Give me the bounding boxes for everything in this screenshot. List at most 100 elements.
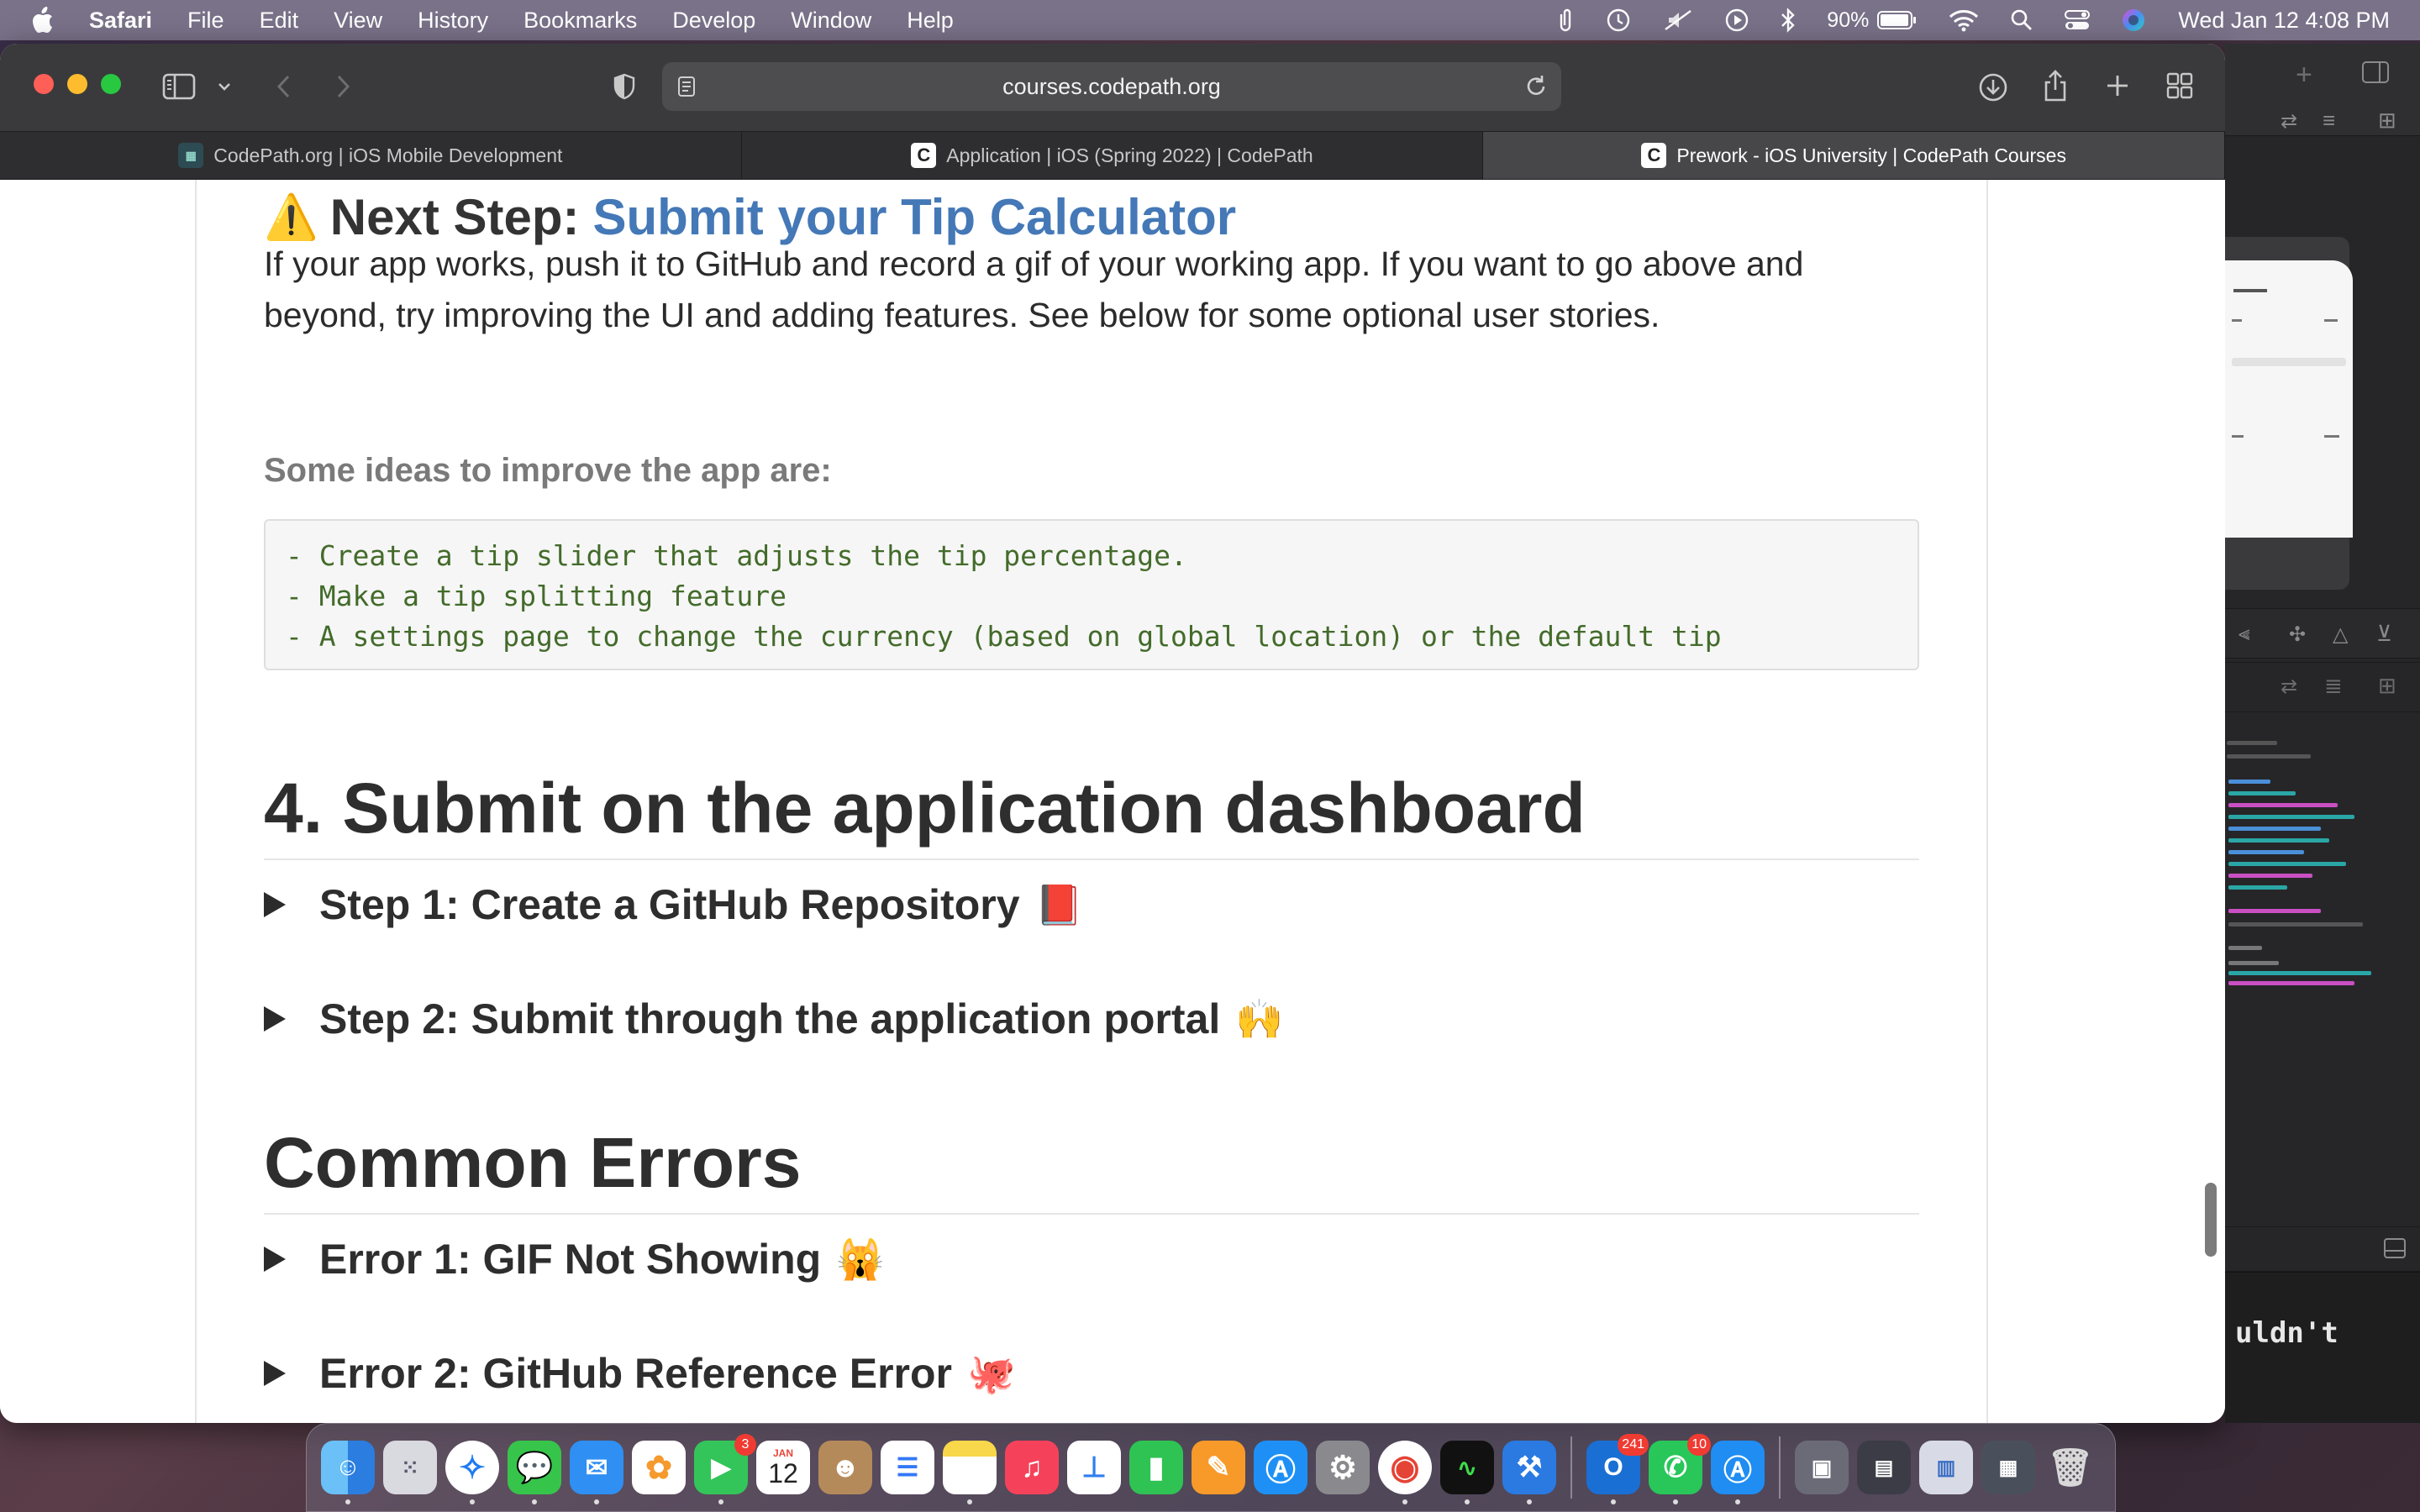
launchpad-icon[interactable]: ⁙	[383, 1441, 437, 1494]
align-lines-icon[interactable]: ≡	[2323, 108, 2335, 134]
menu-edit[interactable]: Edit	[260, 8, 299, 34]
step1-label[interactable]: Step 1: Create a GitHub Repository	[319, 880, 1020, 929]
numbers-icon[interactable]: ▮	[1129, 1441, 1183, 1494]
disclosure-triangle-icon[interactable]	[264, 892, 286, 917]
menu-develop[interactable]: Develop	[672, 8, 755, 34]
disclosure-triangle-icon[interactable]	[264, 1361, 286, 1386]
chrome-icon[interactable]: ◉	[1378, 1441, 1432, 1504]
section-submit-heading: 4. Submit on the application dashboard	[264, 769, 1586, 848]
menu-bookmarks[interactable]: Bookmarks	[523, 8, 637, 34]
photos-icon[interactable]: ✿	[632, 1441, 686, 1494]
privacy-shield-icon[interactable]	[610, 71, 639, 102]
swap-icon[interactable]: ⇄	[2281, 675, 2297, 699]
menu-help[interactable]: Help	[907, 8, 954, 34]
tab-overview-icon[interactable]	[2165, 71, 2195, 101]
address-bar[interactable]: courses.codepath.org	[662, 62, 1561, 111]
keynote-icon[interactable]: ⊥	[1067, 1441, 1121, 1494]
bluetooth-icon[interactable]	[1780, 7, 1797, 34]
step2-disclosure[interactable]: Step 2: Submit through the application p…	[264, 990, 1284, 1048]
resolve-icon[interactable]: △	[2333, 622, 2348, 647]
close-window-button[interactable]	[34, 74, 54, 94]
apple-menu-icon[interactable]	[30, 5, 60, 35]
minimize-window-button[interactable]	[67, 74, 87, 94]
messages-icon[interactable]: 💬	[508, 1441, 561, 1504]
section-errors-heading: Common Errors	[264, 1123, 802, 1202]
menu-history[interactable]: History	[418, 8, 488, 34]
phone-preview[interactable]	[2225, 260, 2353, 538]
error2-label[interactable]: Error 2: GitHub Reference Error	[319, 1349, 952, 1398]
play-icon[interactable]	[1724, 8, 1749, 33]
finder-icon[interactable]: ☺	[321, 1441, 375, 1504]
step2-label[interactable]: Step 2: Submit through the application p…	[319, 995, 1220, 1043]
battery-icon[interactable]	[1877, 10, 1918, 30]
error1-label[interactable]: Error 1: GIF Not Showing	[319, 1235, 821, 1284]
step1-disclosure[interactable]: Step 1: Create a GitHub Repository 📕	[264, 875, 1083, 934]
back-button-icon[interactable]	[269, 71, 297, 102]
disclosure-triangle-icon[interactable]	[264, 1247, 286, 1272]
calendar-icon[interactable]: JAN 12	[756, 1441, 810, 1494]
app-store-icon[interactable]: Ⓐ	[1254, 1441, 1307, 1494]
disclosure-triangle-icon[interactable]	[264, 1006, 286, 1032]
inspector-toggle-icon[interactable]	[2361, 60, 2390, 88]
error2-disclosure[interactable]: Error 2: GitHub Reference Error 🐙	[264, 1344, 1015, 1403]
page-scrollbar[interactable]	[2205, 1183, 2217, 1257]
facetime-icon[interactable]: ▶ 3	[694, 1434, 756, 1504]
paperclip-icon[interactable]	[1556, 6, 1575, 34]
menu-window[interactable]: Window	[791, 8, 871, 34]
submit-tip-calculator-link[interactable]: Submit your Tip Calculator	[592, 188, 1236, 246]
menu-view[interactable]: View	[334, 8, 382, 34]
system-preferences-icon[interactable]: ⚙	[1316, 1441, 1370, 1494]
preview-window-thumbnail-icon[interactable]: ▣	[1795, 1441, 1849, 1494]
tab-application[interactable]: C Application | iOS (Spring 2022) | Code…	[742, 132, 1484, 179]
contacts-icon[interactable]: ☻	[818, 1441, 872, 1494]
url-text[interactable]: courses.codepath.org	[1002, 74, 1221, 100]
spotlight-search-icon[interactable]	[2010, 8, 2033, 32]
activity-monitor-icon[interactable]: ∿	[1440, 1441, 1494, 1504]
swap-icon[interactable]: ⇄	[2281, 109, 2297, 134]
adjust-editor-icon[interactable]: ≣	[2324, 673, 2343, 699]
xcode-icon[interactable]: ⚒	[1502, 1441, 1556, 1504]
menu-file[interactable]: File	[187, 8, 224, 34]
control-center-icon[interactable]	[2064, 8, 2091, 32]
debug-area-toggle-icon[interactable]	[2383, 1237, 2407, 1263]
outlook-icon[interactable]: O 241	[1586, 1434, 1649, 1504]
window-thumbnail-icon[interactable]: ▥	[1919, 1441, 1973, 1494]
time-machine-icon[interactable]	[1605, 7, 1632, 34]
embed-icon[interactable]: ⊻	[2376, 621, 2392, 647]
add-editor-icon[interactable]: ⊞	[2378, 673, 2396, 699]
music-icon[interactable]: ♫	[1005, 1441, 1059, 1494]
new-tab-plus-icon[interactable]	[2102, 71, 2133, 101]
siri-icon[interactable]	[2121, 8, 2146, 33]
tab-codepath-ios[interactable]: ▦ CodePath.org | iOS Mobile Development	[0, 132, 742, 179]
zoom-window-button[interactable]	[101, 74, 121, 94]
pages-icon[interactable]: ✎	[1192, 1441, 1245, 1494]
mail-icon[interactable]: ✉	[570, 1441, 623, 1504]
simulator-icon[interactable]: Ⓐ	[1711, 1441, 1765, 1504]
reader-mode-icon[interactable]	[677, 76, 696, 103]
share-icon[interactable]	[2040, 67, 2070, 104]
add-icon[interactable]: +	[2296, 59, 2312, 92]
tab-group-chevron-down-icon[interactable]	[215, 76, 234, 97]
wifi-icon[interactable]	[1948, 8, 1980, 32]
forward-button-icon[interactable]	[329, 71, 358, 102]
whatsapp-icon[interactable]: ✆ 10	[1649, 1434, 1711, 1504]
align-icon[interactable]: ⫷	[2238, 622, 2250, 646]
safari-icon[interactable]: ✧	[445, 1441, 499, 1504]
tab-prework[interactable]: C Prework - iOS University | CodePath Co…	[1483, 132, 2225, 179]
pin-icon[interactable]: ✣	[2289, 622, 2306, 647]
trash-icon[interactable]: 🗑	[2044, 1441, 2097, 1494]
window-thumbnail-icon[interactable]: ▦	[1981, 1441, 2035, 1494]
menu-app-name[interactable]: Safari	[89, 8, 152, 34]
reminders-icon[interactable]: ☰	[881, 1441, 934, 1494]
sidebar-toggle-icon[interactable]	[161, 71, 197, 102]
mute-icon[interactable]	[1662, 8, 1694, 33]
menu-clock[interactable]: Wed Jan 12 4:08 PM	[2178, 8, 2390, 34]
window-thumbnail-icon[interactable]: ▤	[1857, 1441, 1911, 1494]
article-content: ⚠️ Next Step: Submit your Tip Calculator…	[264, 180, 1919, 1423]
notes-icon[interactable]	[943, 1441, 997, 1504]
error1-disclosure[interactable]: Error 1: GIF Not Showing 🙀	[264, 1230, 885, 1289]
downloads-icon[interactable]	[1976, 71, 2010, 104]
reload-icon[interactable]	[1524, 74, 1548, 105]
add-editor-icon[interactable]: ⊞	[2378, 108, 2396, 134]
debug-console[interactable]: uldn't	[2225, 1272, 2420, 1423]
